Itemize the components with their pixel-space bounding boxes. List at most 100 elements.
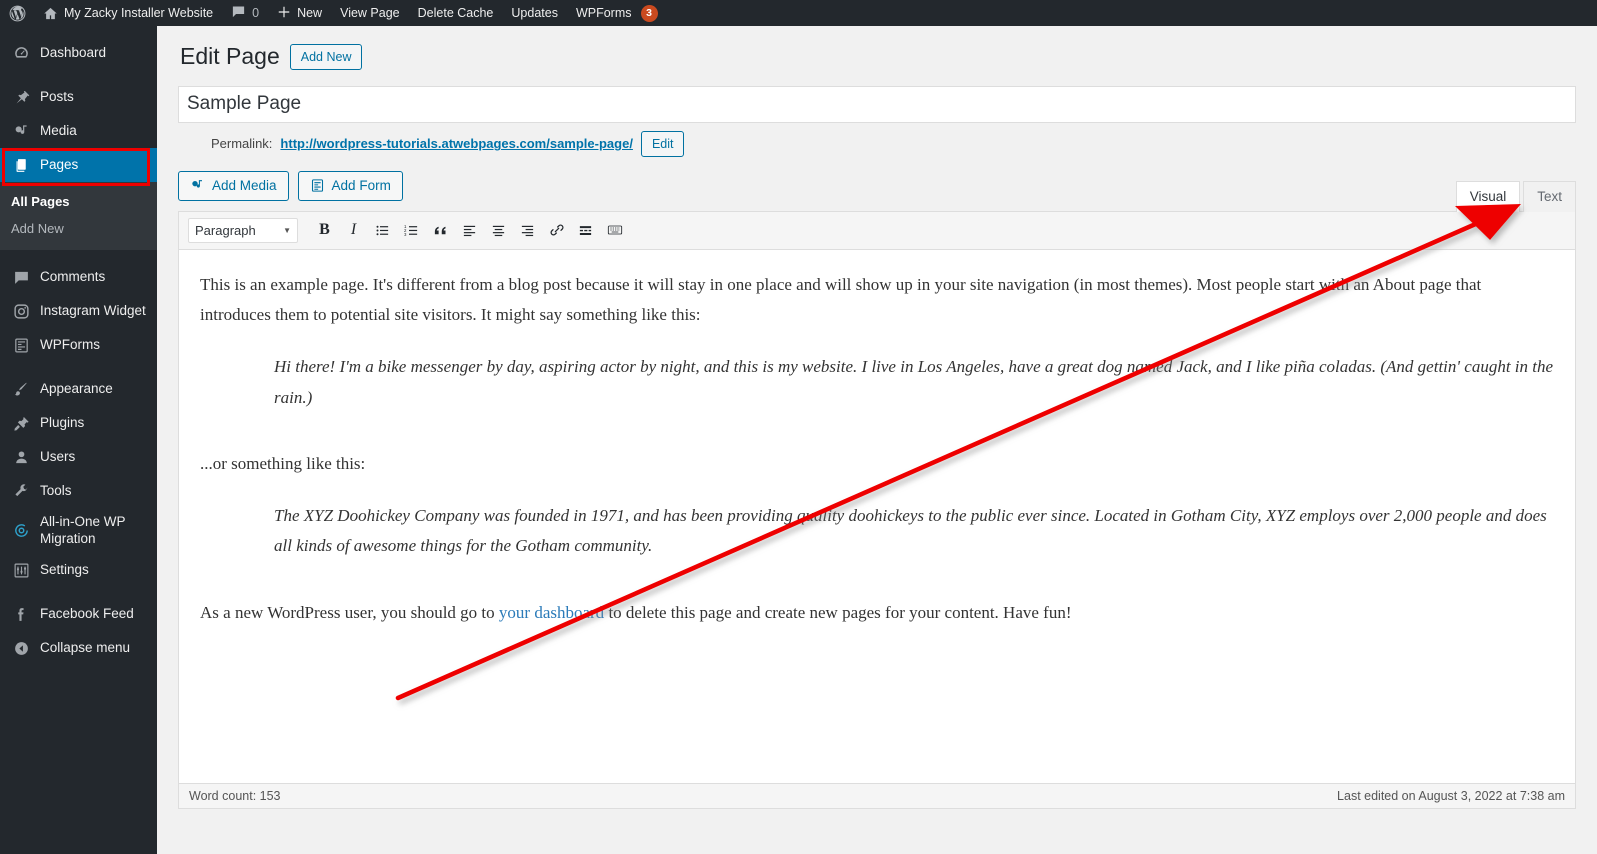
numbered-list-icon[interactable]: 1 2 3 bbox=[397, 216, 426, 244]
home-icon bbox=[43, 6, 58, 21]
insert-link-icon[interactable] bbox=[542, 216, 571, 244]
sidebar-item-pages[interactable]: Pages bbox=[0, 148, 165, 182]
permalink-row: Permalink: http://wordpress-tutorials.at… bbox=[178, 123, 1576, 157]
sidebar-item-label: Media bbox=[40, 122, 77, 138]
sidebar-item-posts[interactable]: Posts bbox=[0, 80, 157, 114]
sidebar-spacer-top bbox=[0, 26, 157, 36]
content-blockquote-1: Hi there! I'm a bike messenger by day, a… bbox=[274, 357, 1554, 407]
wpforms-badge: 3 bbox=[640, 4, 658, 22]
permalink-edit-button[interactable]: Edit bbox=[640, 130, 685, 157]
blockquote-icon[interactable] bbox=[426, 216, 455, 244]
sidebar-item-label: Posts bbox=[40, 88, 74, 104]
site-name-menu[interactable]: My Zacky Installer Website bbox=[34, 0, 222, 26]
editor-content-area[interactable]: This is an example page. It's different … bbox=[179, 250, 1575, 783]
svg-text:3: 3 bbox=[404, 232, 407, 237]
admin-bar: My Zacky Installer Website 0 New View Pa… bbox=[0, 0, 1597, 26]
submenu-item-all-pages[interactable]: All Pages bbox=[0, 188, 157, 215]
tab-text[interactable]: Text bbox=[1523, 180, 1576, 212]
sidebar-item-tools[interactable]: Tools bbox=[0, 474, 157, 508]
bold-icon[interactable]: B bbox=[310, 216, 339, 244]
your-dashboard-link[interactable]: your dashboard bbox=[499, 603, 604, 622]
view-page-link[interactable]: View Page bbox=[331, 0, 409, 26]
chevron-down-icon: ▼ bbox=[283, 225, 291, 235]
sidebar-item-label: Plugins bbox=[40, 414, 85, 430]
format-select[interactable]: Paragraph ▼ bbox=[188, 217, 298, 243]
admin-sidebar: Dashboard Posts Media Pages All Pages Ad… bbox=[0, 26, 165, 854]
align-center-icon[interactable] bbox=[484, 216, 513, 244]
editor-toolbar: Paragraph ▼ B I 1 2 3 bbox=[179, 211, 1575, 250]
read-more-icon[interactable] bbox=[571, 216, 600, 244]
sidebar-item-instagram-widget[interactable]: Instagram Widget bbox=[0, 294, 157, 328]
sidebar-item-facebook-feed[interactable]: Facebook Feed bbox=[0, 597, 157, 631]
updates-label: Updates bbox=[511, 6, 558, 20]
updates-link[interactable]: Updates bbox=[502, 0, 567, 26]
add-form-label: Add Form bbox=[331, 178, 391, 194]
main-content: Edit Page Add New Permalink: http://word… bbox=[157, 26, 1597, 854]
new-content-menu[interactable]: New bbox=[268, 0, 331, 26]
form-icon bbox=[310, 178, 325, 193]
sidebar-item-plugins[interactable]: Plugins bbox=[0, 406, 157, 440]
submenu-item-add-new[interactable]: Add New bbox=[0, 215, 157, 242]
wpforms-menu[interactable]: WPForms 3 bbox=[567, 0, 667, 26]
comments-count: 0 bbox=[252, 6, 260, 20]
tab-visual[interactable]: Visual bbox=[1455, 180, 1521, 212]
sidebar-item-label: Users bbox=[40, 448, 76, 464]
wordpress-logo-icon bbox=[8, 4, 27, 23]
permalink-url-link[interactable]: http://wordpress-tutorials.atwebpages.co… bbox=[280, 136, 633, 151]
sidebar-item-label: WPForms bbox=[40, 336, 100, 352]
delete-cache-link[interactable]: Delete Cache bbox=[409, 0, 503, 26]
sidebar-item-label: Tools bbox=[40, 482, 72, 498]
sidebar-item-label: Settings bbox=[40, 561, 89, 577]
sidebar-item-label: Dashboard bbox=[40, 44, 107, 60]
sidebar-item-settings[interactable]: Settings bbox=[0, 553, 157, 587]
post-title-input[interactable] bbox=[178, 85, 1576, 123]
add-new-button[interactable]: Add New bbox=[289, 43, 363, 70]
sidebar-item-users[interactable]: Users bbox=[0, 440, 157, 474]
bulleted-list-icon[interactable] bbox=[368, 216, 397, 244]
pages-submenu: All Pages Add New bbox=[0, 182, 157, 250]
sidebar-item-label: Facebook Feed bbox=[40, 605, 134, 621]
instagram-icon bbox=[11, 301, 31, 321]
last-edited-label: Last edited on August 3, 2022 at 7:38 am bbox=[1337, 788, 1565, 803]
sidebar-item-wpforms[interactable]: WPForms bbox=[0, 328, 157, 362]
italic-icon[interactable]: I bbox=[339, 216, 368, 244]
dashboard-icon bbox=[11, 43, 31, 63]
comments-menu[interactable]: 0 bbox=[222, 0, 268, 26]
sidebar-item-appearance[interactable]: Appearance bbox=[0, 372, 157, 406]
content-paragraph-3: As a new WordPress user, you should go t… bbox=[200, 598, 1554, 628]
wrench-icon bbox=[11, 481, 31, 501]
media-icon bbox=[190, 178, 205, 193]
pin-icon bbox=[11, 87, 31, 107]
toolbar-toggle-icon[interactable] bbox=[600, 216, 629, 244]
add-media-button[interactable]: Add Media bbox=[178, 170, 289, 201]
content-paragraph-2: ...or something like this: bbox=[200, 453, 366, 473]
comment-bubble-icon bbox=[231, 4, 246, 22]
wpforms-label: WPForms bbox=[575, 6, 632, 20]
sidebar-item-label: Instagram Widget bbox=[40, 302, 146, 318]
media-icon bbox=[11, 121, 31, 141]
content-paragraph-3-after: to delete this page and create new pages… bbox=[604, 602, 1072, 622]
editor-status-bar: Word count: 153 Last edited on August 3,… bbox=[179, 782, 1575, 808]
wpforms-icon bbox=[11, 335, 31, 355]
content-spacer-2 bbox=[200, 584, 1554, 598]
align-left-icon[interactable] bbox=[455, 216, 484, 244]
sidebar-item-label: Appearance bbox=[40, 380, 113, 396]
site-name-label: My Zacky Installer Website bbox=[64, 6, 214, 20]
content-editor: Visual Text Paragraph ▼ B I 1 2 3 This i… bbox=[178, 180, 1576, 809]
sidebar-item-comments[interactable]: Comments bbox=[0, 260, 157, 294]
sidebar-item-all-in-one-wp-migration[interactable]: All-in-One WP Migration bbox=[0, 508, 157, 553]
sidebar-item-collapse-menu[interactable]: Collapse menu bbox=[0, 631, 157, 665]
content-paragraph-3-before: As a new WordPress user, you should go t… bbox=[200, 602, 499, 622]
view-page-label: View Page bbox=[340, 6, 400, 20]
align-right-icon[interactable] bbox=[513, 216, 542, 244]
sidebar-item-dashboard[interactable]: Dashboard bbox=[0, 36, 157, 70]
content-spacer-1 bbox=[200, 435, 1554, 449]
sidebar-item-media[interactable]: Media bbox=[0, 114, 157, 148]
wp-logo-menu[interactable] bbox=[0, 0, 34, 26]
add-form-button[interactable]: Add Form bbox=[297, 170, 403, 201]
word-count-label: Word count: 153 bbox=[189, 788, 281, 803]
delete-cache-label: Delete Cache bbox=[417, 6, 494, 20]
